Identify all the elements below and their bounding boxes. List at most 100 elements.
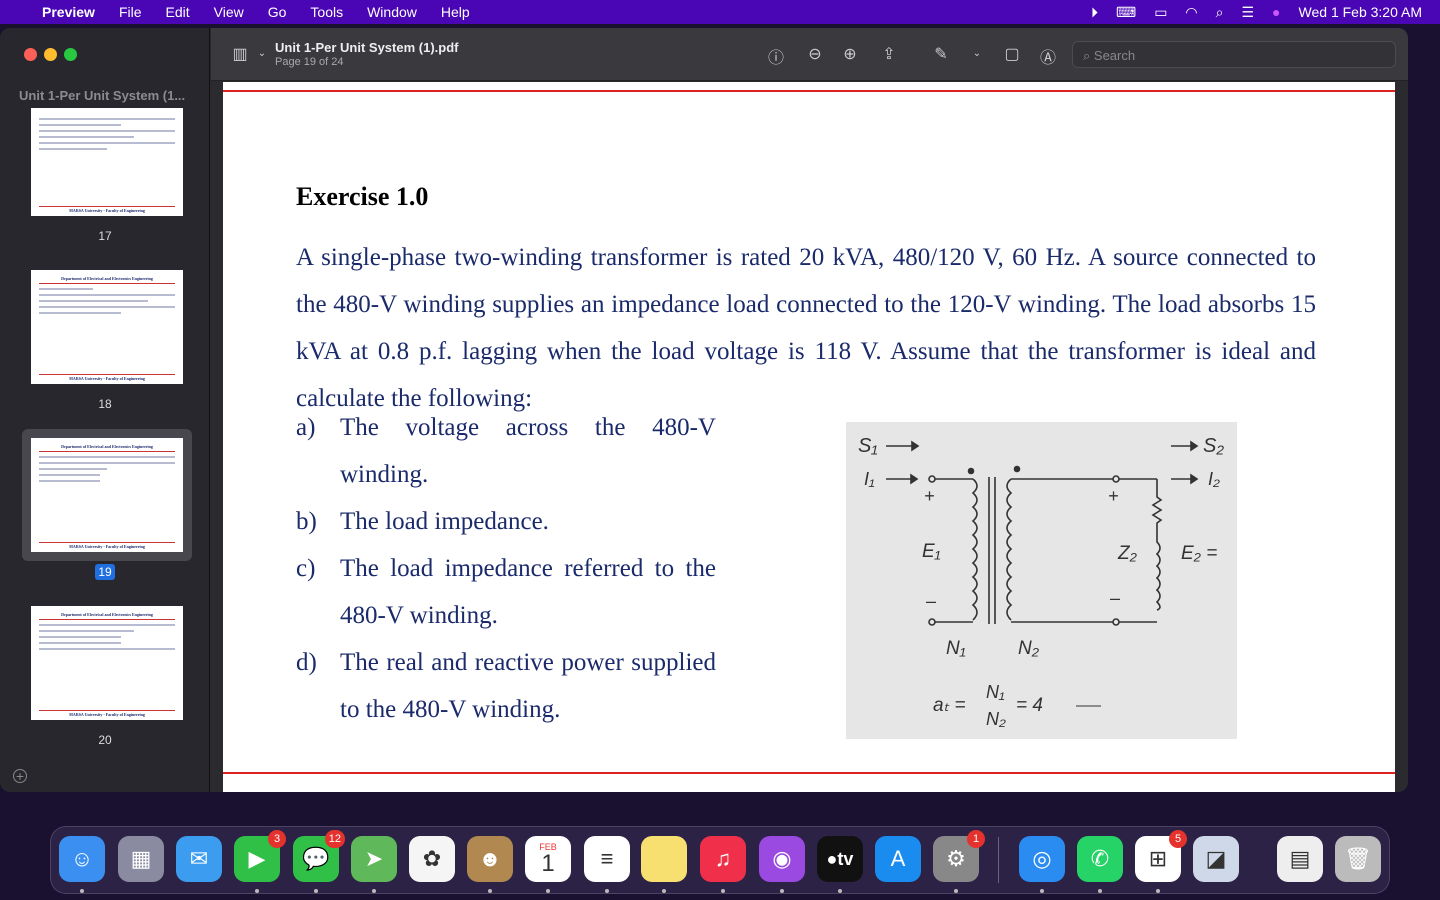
sidebar-title: Unit 1-Per Unit System (1... (19, 88, 186, 103)
play-icon[interactable]: ⏵ (1091, 4, 1098, 21)
reminders-icon: ≡ (600, 846, 614, 871)
running-indicator (605, 889, 609, 893)
wifi-icon[interactable]: ◠ (1185, 4, 1197, 21)
running-indicator (954, 889, 958, 893)
dock-podcasts[interactable]: ◉ (759, 836, 805, 882)
dock-calendar[interactable]: FEB 1 (525, 836, 571, 882)
dock-mail[interactable]: ✉ (176, 836, 222, 882)
markup-pen-icon[interactable]: ✎ (930, 44, 952, 64)
dock-separator (998, 837, 999, 883)
running-indicator (255, 889, 259, 893)
notification-badge: 3 (268, 830, 286, 848)
dock-photos[interactable]: ✿ (409, 836, 455, 882)
label-e2: E₂ = (1181, 543, 1217, 564)
facetime-icon: ▶ (248, 846, 266, 871)
dock-notes[interactable] (641, 836, 687, 882)
dock-microsoft[interactable]: ⊞ 5 (1135, 830, 1187, 882)
documents-icon: ▤ (1289, 846, 1311, 871)
dock-trash[interactable]: 🗑 (1335, 836, 1381, 882)
keyboard-icon[interactable]: ⌨ (1116, 4, 1136, 21)
dock-launchpad[interactable]: ▦ (118, 836, 164, 882)
label-z2: Z₂ (1117, 543, 1138, 564)
search-input[interactable]: ⌕ Search (1072, 41, 1396, 68)
rotate-icon[interactable]: ▢ (1001, 44, 1023, 64)
menu-help[interactable]: Help (429, 4, 482, 20)
dock-system-preferences[interactable]: ⚙ 1 (933, 830, 985, 882)
page-number-selected: 19 (0, 564, 210, 580)
label-s1: S₁ (858, 435, 878, 457)
ratio-denominator: N₂ (986, 709, 1006, 729)
system-preferences-icon: ⚙ (946, 846, 966, 871)
thumbnail-page-18[interactable]: Department of Electrical and Electronics… (31, 270, 183, 384)
dock-contacts[interactable]: ☻ (467, 836, 513, 882)
running-indicator (546, 889, 550, 893)
dock-documents[interactable]: ▤ (1277, 836, 1323, 882)
page-number: 20 (98, 733, 112, 747)
running-indicator (488, 889, 492, 893)
chevron-down-icon[interactable]: ⌄ (966, 48, 988, 59)
dock-messages[interactable]: 💬 12 (293, 830, 345, 882)
zoom-in-icon[interactable]: ⊕ (839, 44, 861, 64)
dock-whatsapp[interactable]: ✆ (1077, 836, 1123, 882)
menu-file[interactable]: File (107, 4, 154, 20)
menu-window[interactable]: Window (355, 4, 429, 20)
menu-view[interactable]: View (202, 4, 256, 20)
battery-icon[interactable]: ▭ (1154, 4, 1167, 21)
running-indicator (80, 889, 84, 893)
running-indicator (721, 889, 725, 893)
dock-music[interactable]: ♫ (700, 836, 746, 882)
zoom-button[interactable] (64, 48, 77, 61)
menu-app[interactable]: Preview (30, 4, 107, 20)
document-title: Unit 1-Per Unit System (1).pdf (275, 40, 459, 55)
preview-icon: ◪ (1205, 846, 1227, 871)
tv-label: ●tv (826, 848, 854, 869)
running-indicator (372, 889, 376, 893)
add-icon[interactable]: + (13, 769, 27, 783)
running-indicator (1040, 889, 1044, 893)
app-store-icon: A (890, 846, 906, 871)
thumbnail-page-20[interactable]: Department of Electrical and Electronics… (31, 606, 183, 720)
siri-icon[interactable]: ● (1272, 4, 1280, 20)
thumbnail-page-19[interactable]: Department of Electrical and Electronics… (31, 438, 183, 552)
sidebar-toggle-icon[interactable]: ▥ (229, 44, 251, 64)
label-n1: N₁ (946, 638, 966, 659)
ratio-lhs: aₜ = (933, 695, 966, 716)
markup-icon[interactable]: Ⓐ (1037, 44, 1059, 68)
mail-icon: ✉ (189, 846, 209, 871)
dock-tv[interactable]: ●tv (817, 836, 863, 882)
dock-preview[interactable]: ◪ (1193, 836, 1239, 882)
zoom-out-icon[interactable]: ⊖ (804, 44, 826, 64)
notification-badge: 5 (1169, 830, 1187, 848)
clock[interactable]: Wed 1 Feb 3:20 AM (1299, 4, 1422, 20)
dock-finder[interactable]: ☺ (59, 836, 105, 882)
spotlight-icon[interactable]: ⌕ (1216, 4, 1224, 21)
toolbar: ▥ ⌄ Unit 1-Per Unit System (1).pdf Page … (211, 28, 1408, 81)
safari-icon: ◎ (1032, 846, 1052, 871)
dock-safari[interactable]: ◎ (1019, 836, 1065, 882)
menu-edit[interactable]: Edit (154, 4, 202, 20)
question-d: d) The real and reactive power supplied t… (296, 649, 716, 723)
running-indicator (662, 889, 666, 893)
running-indicator (314, 889, 318, 893)
info-icon[interactable]: ⓘ (765, 44, 787, 68)
menu-go[interactable]: Go (256, 4, 299, 20)
dock-app-store[interactable]: A (875, 836, 921, 882)
chevron-down-icon[interactable]: ⌄ (251, 48, 273, 59)
thumbnail-page-17[interactable]: MARSA University - Faculty of Engineerin… (31, 108, 183, 216)
question-b: b) The load impedance. (296, 508, 549, 535)
menu-tools[interactable]: Tools (298, 4, 355, 20)
question-a: a) The voltage across the 480-V winding. (296, 414, 716, 488)
control-center-icon[interactable]: ☰ (1241, 4, 1254, 21)
ratio-numerator: N₁ (986, 682, 1005, 702)
share-icon[interactable]: ⇪ (878, 44, 900, 64)
close-button[interactable] (24, 48, 37, 61)
page-indicator: Page 19 of 24 (275, 56, 344, 68)
dock-reminders[interactable]: ≡ (584, 836, 630, 882)
header-rule (223, 90, 1395, 92)
exercise-paragraph: A single-phase two-winding transformer i… (296, 244, 1316, 412)
launchpad-icon: ▦ (130, 846, 152, 871)
contacts-icon: ☻ (478, 846, 502, 871)
minimize-button[interactable] (44, 48, 57, 61)
dock-maps[interactable]: ➤ (351, 836, 397, 882)
dock-facetime[interactable]: ▶ 3 (234, 830, 286, 882)
